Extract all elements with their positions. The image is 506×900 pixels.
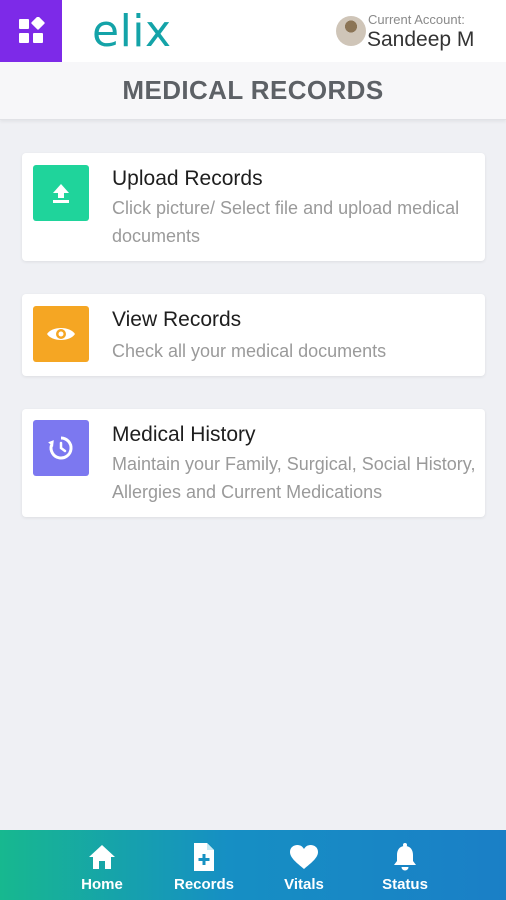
nav-item-vitals[interactable]: Vitals	[276, 830, 332, 900]
medical-history-card[interactable]: Medical History Maintain your Family, Su…	[22, 409, 485, 517]
nav-label-records: Records	[173, 876, 235, 893]
card-description: Click picture/ Select file and upload me…	[112, 198, 460, 246]
eye-icon-tile	[33, 306, 89, 362]
eye-icon	[47, 328, 75, 340]
page-title: MEDICAL RECORDS	[122, 75, 384, 105]
bell-icon	[394, 843, 416, 871]
nav-item-records[interactable]: Records	[170, 830, 238, 900]
account-caption: Current Account:	[368, 12, 465, 27]
nav-label-vitals: Vitals	[284, 876, 324, 893]
current-account[interactable]: Current Account: Sandeep M	[336, 12, 504, 56]
card-title: Upload Records	[112, 167, 263, 190]
history-icon	[48, 436, 73, 460]
grid-menu-icon	[19, 17, 45, 43]
card-title: Medical History	[112, 423, 256, 446]
upload-icon-tile	[33, 165, 89, 221]
view-records-card[interactable]: View Records Check all your medical docu…	[22, 294, 485, 376]
menu-button[interactable]	[0, 0, 62, 62]
card-title: View Records	[112, 308, 242, 331]
card-description: Maintain your Family, Surgical, Social H…	[112, 454, 476, 502]
history-icon-tile	[33, 420, 89, 476]
heart-icon	[290, 845, 318, 869]
upload-records-card[interactable]: Upload Records Click picture/ Select fil…	[22, 153, 485, 261]
top-bar: elix Current Account: Sandeep M	[0, 0, 506, 62]
file-plus-icon	[194, 843, 214, 871]
nav-label-status: Status	[382, 876, 428, 893]
avatar	[336, 16, 366, 46]
account-name: Sandeep M	[367, 28, 475, 51]
nav-label-home: Home	[81, 876, 123, 893]
bottom-nav: Home Records Vitals Status	[0, 830, 506, 900]
nav-item-status[interactable]: Status	[377, 830, 433, 900]
upload-icon	[53, 184, 69, 203]
title-bar: MEDICAL RECORDS	[0, 62, 506, 120]
home-icon	[89, 845, 115, 869]
card-description: Check all your medical documents	[112, 341, 387, 361]
nav-item-home[interactable]: Home	[72, 830, 132, 900]
app-logo: elix	[92, 6, 172, 57]
